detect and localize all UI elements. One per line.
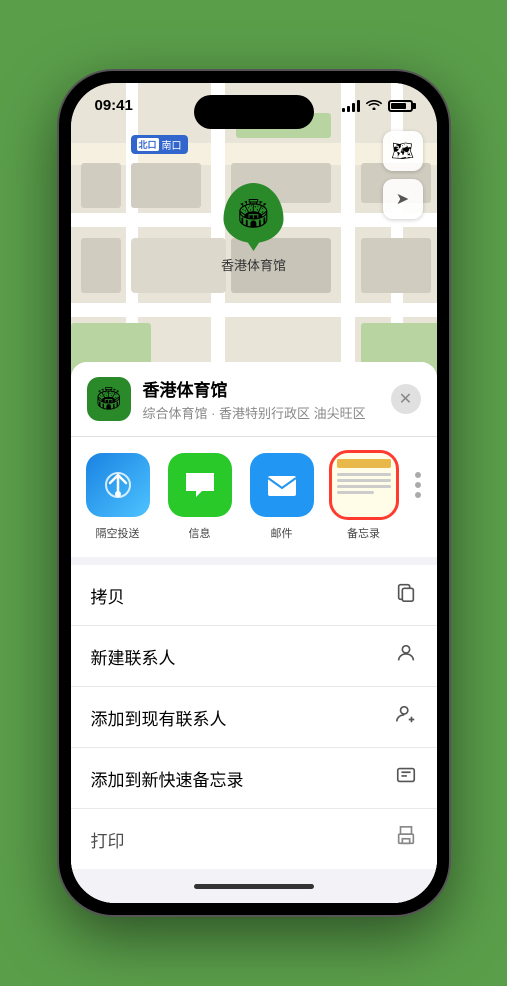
- signal-icon: [342, 100, 360, 112]
- stadium-card-icon: 🏟: [95, 386, 123, 412]
- copy-label: 拷贝: [91, 583, 125, 608]
- action-print[interactable]: 打印: [71, 809, 437, 869]
- close-icon: ✕: [399, 389, 412, 409]
- phone-screen: 09:41: [71, 83, 437, 903]
- action-new-contact[interactable]: 新建联系人: [71, 626, 437, 687]
- location-button[interactable]: ➤: [383, 179, 423, 219]
- map-marker: 🏟 香港体育馆: [221, 183, 286, 274]
- battery-icon: [388, 100, 413, 112]
- notes-label: 备忘录: [347, 525, 380, 541]
- location-icon: ➤: [396, 189, 409, 209]
- share-row: 隔空投送 信息: [71, 437, 437, 565]
- mail-icon: [250, 453, 314, 517]
- location-name: 香港体育馆: [143, 376, 379, 401]
- print-label: 打印: [91, 827, 125, 852]
- home-indicator: [71, 869, 437, 903]
- wifi-icon: [366, 98, 382, 113]
- quick-note-icon: [395, 764, 417, 792]
- notes-icon: [332, 453, 396, 517]
- home-bar: [194, 884, 314, 889]
- message-icon: [168, 453, 232, 517]
- dynamic-island: [194, 95, 314, 129]
- airdrop-icon: [86, 453, 150, 517]
- marker-pin: 🏟: [223, 183, 283, 243]
- share-airdrop[interactable]: 隔空投送: [83, 453, 153, 541]
- location-card: 🏟 香港体育馆 综合体育馆 · 香港特别行政区 油尖旺区 ✕: [71, 362, 437, 437]
- share-notes[interactable]: 备忘录: [329, 453, 399, 541]
- new-contact-icon: [395, 642, 417, 670]
- print-icon: [395, 825, 417, 853]
- action-quick-note[interactable]: 添加到新快速备忘录: [71, 748, 437, 809]
- quick-note-label: 添加到新快速备忘录: [91, 766, 244, 791]
- location-card-icon: 🏟: [87, 377, 131, 421]
- share-mail[interactable]: 邮件: [247, 453, 317, 541]
- new-contact-label: 新建联系人: [91, 644, 176, 669]
- copy-icon: [395, 581, 417, 609]
- location-info: 香港体育馆 综合体育馆 · 香港特别行政区 油尖旺区: [143, 376, 379, 422]
- add-contact-icon: [395, 703, 417, 731]
- map-type-button[interactable]: 🗺: [383, 131, 423, 171]
- action-list: 拷贝 新建联系人: [71, 565, 437, 869]
- status-time: 09:41: [95, 97, 133, 114]
- action-add-contact[interactable]: 添加到现有联系人: [71, 687, 437, 748]
- phone-frame: 09:41: [59, 71, 449, 915]
- airdrop-label: 隔空投送: [96, 525, 140, 541]
- add-contact-label: 添加到现有联系人: [91, 705, 227, 730]
- bottom-sheet: 🏟 香港体育馆 综合体育馆 · 香港特别行政区 油尖旺区 ✕: [71, 362, 437, 903]
- map-location-label: 北口 南口: [131, 135, 188, 154]
- action-copy[interactable]: 拷贝: [71, 565, 437, 626]
- mail-label: 邮件: [271, 525, 293, 541]
- message-label: 信息: [189, 525, 211, 541]
- more-share-button[interactable]: [411, 453, 425, 517]
- share-message[interactable]: 信息: [165, 453, 235, 541]
- close-button[interactable]: ✕: [391, 384, 421, 414]
- more-icon: [415, 472, 421, 498]
- status-icons: [342, 98, 413, 113]
- location-desc: 综合体育馆 · 香港特别行政区 油尖旺区: [143, 403, 379, 422]
- marker-label: 香港体育馆: [221, 255, 286, 274]
- map-type-icon: 🗺: [391, 141, 414, 162]
- stadium-icon: 🏟: [236, 197, 272, 230]
